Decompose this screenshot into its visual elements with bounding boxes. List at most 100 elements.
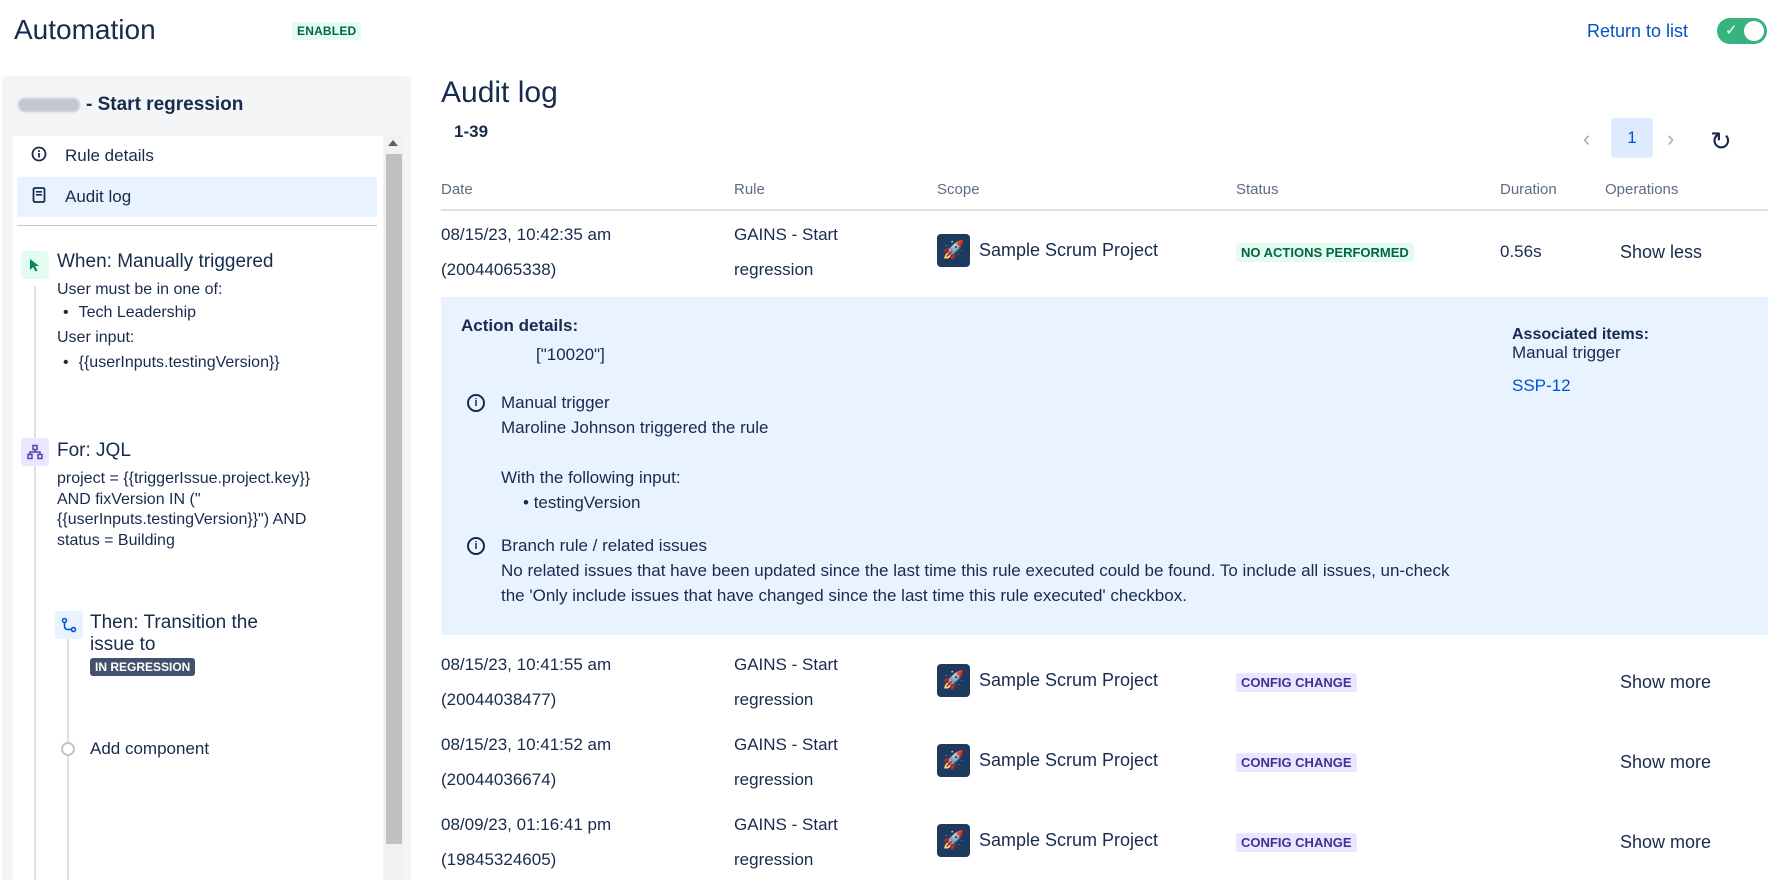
- log-title: Branch rule / related issues: [501, 536, 707, 555]
- rule-enabled-toggle[interactable]: ✓: [1717, 18, 1767, 44]
- header-divider: [441, 209, 1768, 211]
- rule-name-line: regression: [734, 850, 814, 869]
- scope-name: Sample Scrum Project: [979, 240, 1159, 260]
- rule-name-line: regression: [734, 260, 814, 279]
- branch-jql: project = {{triggerIssue.project.key}} A…: [57, 469, 310, 551]
- return-to-list-link[interactable]: Return to list: [1587, 21, 1688, 42]
- info-icon: i: [467, 537, 485, 555]
- action-details-panel: Action details: ["10020"] i Manual trigg…: [441, 297, 1768, 635]
- rocket-icon: 🚀: [937, 664, 970, 697]
- rule-name: - Start regression: [18, 94, 243, 116]
- chevron-right-icon[interactable]: ›: [1667, 126, 1674, 152]
- nav-rule-details[interactable]: Rule details: [17, 136, 377, 176]
- trigger-line: User input:: [57, 329, 135, 346]
- jql-line: {{userInputs.testingVersion}}") AND: [57, 511, 307, 528]
- rule-name-line: GAINS - Start: [734, 655, 838, 674]
- nav-label: Rule details: [65, 146, 154, 165]
- rule-name-line: regression: [734, 690, 814, 709]
- show-more-button[interactable]: Show more: [1620, 832, 1711, 853]
- nav-divider: [17, 225, 377, 226]
- info-icon: i: [467, 394, 485, 412]
- date-value: 08/15/23, 10:41:55 am: [441, 655, 612, 674]
- rocket-icon: 🚀: [937, 234, 970, 267]
- log-text: No related issues that have been updated…: [501, 561, 1450, 580]
- trigger-icon: [21, 251, 49, 279]
- rule-component-list: Rule details Audit log When: Manually tr…: [13, 136, 383, 880]
- row-date: 08/15/23, 10:42:35 am (20044065338): [441, 217, 611, 287]
- rule-name-label: - Start regression: [86, 94, 244, 115]
- transition-title-line: Then: Transition the: [90, 612, 258, 633]
- column-header-operations: Operations: [1605, 181, 1679, 198]
- log-text: With the following input:: [501, 468, 681, 487]
- branch-log: Branch rule / related issues No related …: [501, 533, 1450, 608]
- rule-name-line: GAINS - Start: [734, 735, 838, 754]
- scroll-thumb[interactable]: [386, 154, 402, 844]
- execution-id: (20044038477): [441, 690, 557, 709]
- row-scope: 🚀 Sample Scrum Project: [937, 664, 1158, 697]
- row-date: 08/09/23, 01:16:41 pm (19845324605): [441, 807, 611, 877]
- add-component-dot: [61, 742, 75, 756]
- row-rule: GAINS - Start regression: [734, 647, 838, 717]
- scope-name: Sample Scrum Project: [979, 670, 1159, 690]
- rule-sidebar: - Start regression Rule details Audit lo…: [2, 76, 411, 880]
- associated-trigger: Manual trigger: [1512, 343, 1621, 362]
- status-badge: NO ACTIONS PERFORMED: [1236, 243, 1414, 262]
- show-less-button[interactable]: Show less: [1620, 242, 1702, 263]
- sidebar-scrollbar[interactable]: [384, 136, 404, 880]
- log-text: the 'Only include issues that have chang…: [501, 586, 1187, 605]
- jql-line: project = {{triggerIssue.project.key}}: [57, 470, 311, 487]
- execution-id: (20044065338): [441, 260, 557, 279]
- trigger-title[interactable]: When: Manually triggered: [57, 251, 274, 273]
- row-rule: GAINS - Start regression: [734, 807, 838, 877]
- rule-name-line: GAINS - Start: [734, 815, 838, 834]
- jql-line: status = Building: [57, 531, 175, 549]
- scope-name: Sample Scrum Project: [979, 750, 1159, 770]
- date-value: 08/15/23, 10:42:35 am: [441, 225, 612, 244]
- trigger-log: Manual trigger Maroline Johnson triggere…: [501, 390, 768, 515]
- scope-name: Sample Scrum Project: [979, 830, 1159, 850]
- show-more-button[interactable]: Show more: [1620, 752, 1711, 773]
- row-scope: 🚀 Sample Scrum Project: [937, 744, 1158, 777]
- date-value: 08/15/23, 10:41:52 am: [441, 735, 612, 754]
- column-header-scope: Scope: [937, 181, 980, 198]
- page-title: Audit log: [441, 76, 558, 109]
- column-header-status: Status: [1236, 181, 1279, 198]
- row-scope: 🚀 Sample Scrum Project: [937, 234, 1158, 267]
- rule-name-line: regression: [734, 770, 814, 789]
- refresh-icon[interactable]: ↻: [1710, 128, 1732, 154]
- transition-title[interactable]: Then: Transition the issue to: [90, 612, 258, 656]
- branch-title[interactable]: For: JQL: [57, 440, 131, 462]
- status-badge: CONFIG CHANGE: [1236, 673, 1357, 692]
- status-badge: CONFIG CHANGE: [1236, 753, 1357, 772]
- trigger-details: User must be in one of: Tech Leadership …: [57, 278, 280, 374]
- input-item-label: testingVersion: [533, 493, 641, 512]
- nav-audit-log[interactable]: Audit log: [17, 177, 377, 217]
- scroll-up-arrow[interactable]: [388, 140, 398, 146]
- jql-line: AND fixVersion IN (": [57, 490, 201, 508]
- execution-id: (19845324605): [441, 850, 557, 869]
- transition-title-line: issue to: [90, 634, 156, 655]
- add-component-button[interactable]: Add component: [90, 737, 209, 760]
- nav-label: Audit log: [65, 187, 132, 206]
- row-rule: GAINS - Start regression: [734, 217, 838, 287]
- input-item: • testingVersion: [523, 493, 641, 512]
- rocket-icon: 🚀: [937, 824, 970, 857]
- trigger-group: Tech Leadership: [57, 301, 280, 324]
- branch-icon: [21, 438, 49, 466]
- date-value: 08/09/23, 01:16:41 pm: [441, 815, 612, 834]
- column-header-rule: Rule: [734, 181, 765, 198]
- enabled-badge: ENABLED: [292, 22, 362, 40]
- info-icon: [23, 146, 55, 166]
- issue-link[interactable]: SSP-12: [1512, 376, 1571, 396]
- action-value: ["10020"]: [536, 345, 605, 364]
- trigger-input: {{userInputs.testingVersion}}: [57, 351, 280, 374]
- result-range: 1-39: [454, 122, 489, 141]
- check-icon: ✓: [1725, 22, 1738, 39]
- show-more-button[interactable]: Show more: [1620, 672, 1711, 693]
- chevron-left-icon[interactable]: ‹: [1583, 126, 1590, 152]
- row-date: 08/15/23, 10:41:52 am (20044036674): [441, 727, 611, 797]
- log-text: Maroline Johnson triggered the rule: [501, 418, 769, 437]
- page-1-button[interactable]: 1: [1611, 118, 1653, 158]
- status-lozenge: IN REGRESSION: [90, 658, 196, 676]
- row-duration: 0.56s: [1500, 242, 1542, 261]
